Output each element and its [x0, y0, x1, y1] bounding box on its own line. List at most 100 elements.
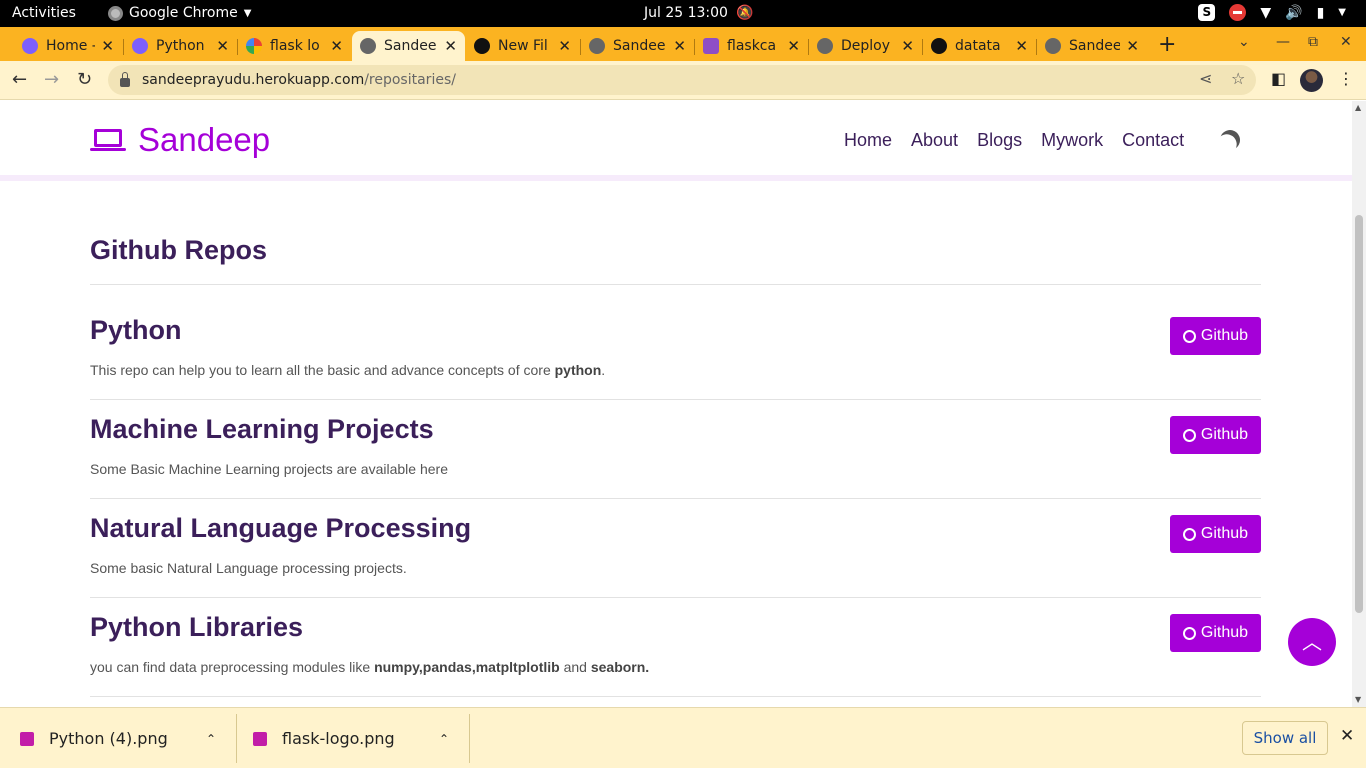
close-icon[interactable]: ✕ [330, 37, 343, 55]
browser-tab[interactable]: datata ✕ [923, 31, 1036, 61]
globe-icon [817, 38, 833, 54]
browser-tab[interactable]: Python ✕ [124, 31, 237, 61]
site-logo[interactable]: Sandeep [90, 121, 270, 159]
google-icon [246, 38, 262, 54]
tab-title: flask lo [270, 38, 320, 54]
scroll-down-arrow-icon[interactable]: ▼ [1355, 695, 1361, 704]
tab-title: Python [156, 38, 205, 54]
browser-toolbar: ← → ↻ sandeeprayudu.herokuapp.com/reposi… [0, 61, 1366, 100]
close-icon[interactable]: ✕ [1340, 726, 1354, 746]
github-button[interactable]: Github [1170, 515, 1261, 553]
repo-description: you can find data preprocessing modules … [90, 659, 650, 675]
tab-search-button[interactable]: ⌄ [1238, 34, 1250, 50]
nav-contact[interactable]: Contact [1122, 130, 1184, 151]
section-title: Github Repos [90, 235, 267, 265]
scroll-to-top-button[interactable]: ︿ [1288, 618, 1336, 666]
github-icon [1182, 329, 1196, 343]
close-icon[interactable]: ✕ [901, 37, 914, 55]
clock[interactable]: Jul 25 13:00 🔕 [644, 5, 753, 21]
scrollbar-thumb[interactable] [1355, 215, 1363, 613]
site-navbar: Sandeep Home About Blogs Mywork Contact [0, 101, 1352, 181]
profile-avatar[interactable] [1300, 69, 1323, 92]
show-all-downloads-button[interactable]: Show all [1242, 721, 1328, 755]
scroll-up-arrow-icon[interactable]: ▲ [1355, 103, 1361, 112]
globe-icon [589, 38, 605, 54]
forward-button[interactable]: → [44, 69, 59, 90]
web-page: Sandeep Home About Blogs Mywork Contact … [0, 101, 1352, 707]
lock-icon[interactable] [120, 71, 130, 87]
url-path: /repositaries/ [364, 72, 456, 88]
browser-tab-active[interactable]: Sandee ✕ [352, 31, 465, 61]
image-file-icon [20, 731, 34, 746]
battery-icon: ▮ [1316, 4, 1325, 21]
kebab-menu-icon[interactable]: ⋮ [1338, 69, 1354, 88]
browser-tab[interactable]: Home - ✕ [14, 31, 122, 61]
divider [90, 696, 1261, 697]
close-icon[interactable]: ✕ [787, 37, 800, 55]
repo-description: Some Basic Machine Learning projects are… [90, 461, 448, 477]
new-tab-button[interactable]: + [1158, 32, 1176, 57]
app-menu[interactable]: Google Chrome ▼ [108, 5, 251, 21]
back-button[interactable]: ← [12, 69, 27, 90]
image-file-icon [253, 731, 267, 746]
wifi-icon: ▼ [1260, 4, 1272, 21]
nav-mywork[interactable]: Mywork [1041, 130, 1103, 151]
repo-item: Natural Language Processing Some basic N… [90, 499, 1261, 597]
github-icon [474, 38, 490, 54]
minimize-button[interactable]: — [1276, 34, 1290, 50]
url-host: sandeeprayudu.herokuapp.com [142, 72, 365, 88]
page-scrollbar[interactable]: ▲ ▼ [1352, 101, 1366, 707]
canva-icon [132, 38, 148, 54]
github-button[interactable]: Github [1170, 416, 1261, 454]
repo-title: Machine Learning Projects [90, 414, 434, 444]
chevron-up-icon[interactable]: ⌃ [206, 732, 216, 746]
maximize-button[interactable]: ⧉ [1308, 34, 1318, 50]
share-icon[interactable]: ⋖ [1199, 69, 1212, 88]
chevron-up-icon: ︿ [1302, 630, 1322, 654]
browser-tab[interactable]: flask lo ✕ [238, 31, 351, 61]
close-window-button[interactable]: ✕ [1340, 34, 1352, 50]
globe-icon [360, 38, 376, 54]
download-item[interactable]: Python (4).png ⌃ [20, 708, 230, 768]
close-icon[interactable]: ✕ [1015, 37, 1028, 55]
browser-tab[interactable]: flaskca ✕ [695, 31, 808, 61]
close-icon[interactable]: ✕ [558, 37, 571, 55]
close-icon[interactable]: ✕ [1126, 37, 1139, 55]
tab-title: Home - [46, 38, 96, 54]
side-panel-icon[interactable]: ◧ [1271, 69, 1286, 88]
system-tray[interactable]: S ▼ 🔊 ▮ ▼ [1198, 4, 1346, 21]
chevron-down-icon: ▼ [1338, 7, 1346, 18]
close-icon[interactable]: ✕ [216, 37, 229, 55]
browser-tab[interactable]: New Fil ✕ [466, 31, 579, 61]
heroku-icon [703, 38, 719, 54]
chevron-up-icon[interactable]: ⌃ [439, 732, 449, 746]
close-icon[interactable]: ✕ [444, 37, 457, 55]
do-not-disturb-icon [1229, 4, 1247, 21]
canva-icon [22, 38, 38, 54]
browser-tab[interactable]: Deploy ✕ [809, 31, 922, 61]
browser-tab[interactable]: Sandee ✕ [581, 31, 694, 61]
repo-title: Python Libraries [90, 612, 304, 642]
repo-item: Machine Learning Projects Some Basic Mac… [90, 400, 1261, 498]
bookmark-star-icon[interactable]: ☆ [1231, 69, 1245, 88]
address-bar[interactable]: sandeeprayudu.herokuapp.com/repositaries… [108, 65, 1256, 95]
os-top-bar: Activities Google Chrome ▼ Jul 25 13:00 … [0, 0, 1366, 27]
github-button[interactable]: Github [1170, 614, 1261, 652]
repo-description: Some basic Natural Language processing p… [90, 560, 407, 576]
close-icon[interactable]: ✕ [101, 37, 114, 55]
nav-blogs[interactable]: Blogs [977, 130, 1022, 151]
tab-title: New Fil [498, 38, 548, 54]
download-item[interactable]: flask-logo.png ⌃ [253, 708, 463, 768]
chrome-icon [108, 5, 123, 21]
github-icon [1182, 626, 1196, 640]
nav-about[interactable]: About [911, 130, 958, 151]
dark-mode-moon-icon[interactable] [1216, 126, 1243, 153]
github-button[interactable]: Github [1170, 317, 1261, 355]
close-icon[interactable]: ✕ [673, 37, 686, 55]
browser-tab[interactable]: Sandee ✕ [1037, 31, 1147, 61]
activities-button[interactable]: Activities [12, 5, 76, 21]
nav-home[interactable]: Home [844, 130, 892, 151]
skype-icon: S [1198, 4, 1216, 21]
reload-button[interactable]: ↻ [77, 69, 92, 90]
tab-title: flaskca [727, 38, 777, 54]
